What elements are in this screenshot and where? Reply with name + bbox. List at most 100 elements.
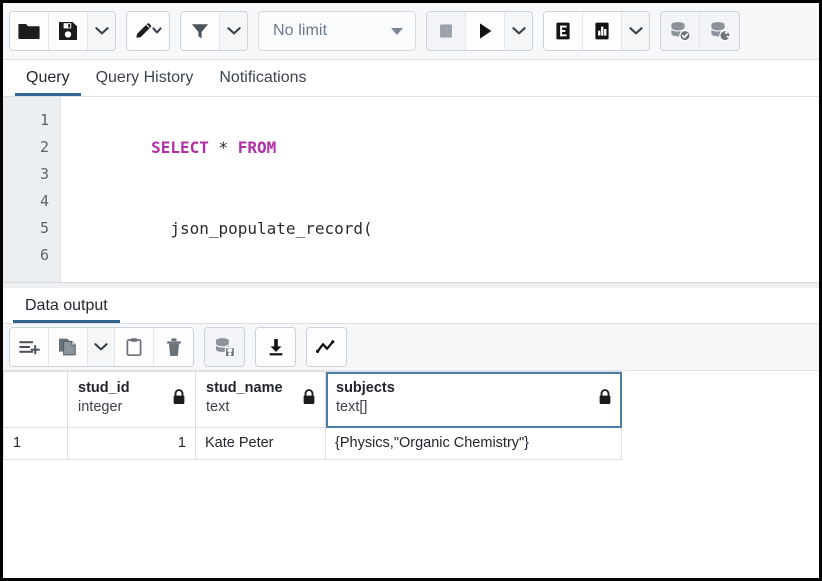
lock-icon-wrap <box>302 379 316 410</box>
execute-group <box>426 11 533 51</box>
stop-query-button[interactable] <box>427 12 466 50</box>
funnel-icon <box>190 21 210 41</box>
line-number: 3 <box>3 161 60 188</box>
result-grid: stud_id integer <box>3 371 622 460</box>
filter-button[interactable] <box>181 12 220 50</box>
line-number: 6 <box>3 242 60 269</box>
row-number-cell: 1 <box>4 428 68 460</box>
add-row-button[interactable] <box>10 328 49 366</box>
graph-group <box>306 327 347 367</box>
pencil-icon <box>133 20 163 42</box>
tab-query-history-label: Query History <box>96 69 194 87</box>
play-icon <box>476 21 494 41</box>
execute-options-dropdown[interactable] <box>505 12 532 50</box>
sql-keyword: SELECT <box>151 138 209 157</box>
output-tabs: Data output <box>3 288 819 324</box>
tab-data-output[interactable]: Data output <box>13 288 120 323</box>
copy-button[interactable] <box>49 328 88 366</box>
transaction-group <box>660 11 740 51</box>
explain-analyze-button[interactable] <box>583 12 622 50</box>
clipboard-icon <box>124 337 144 357</box>
graph-visualiser-button[interactable] <box>307 328 346 366</box>
line-chart-icon <box>315 337 339 357</box>
lock-icon <box>598 389 612 405</box>
result-grid-header: stud_id integer <box>4 372 622 428</box>
query-tool-toolbar: No limit <box>3 3 819 60</box>
row-limit-value: No limit <box>273 22 327 40</box>
stop-square-icon <box>437 22 455 40</box>
database-save-icon <box>213 336 237 358</box>
screenshot-frame: No limit <box>0 0 822 581</box>
commit-button[interactable] <box>661 12 700 50</box>
tab-query-history[interactable]: Query History <box>83 60 207 96</box>
database-rollback-icon <box>708 20 732 42</box>
table-row[interactable]: 1 1 Kate Peter {Physics,"Organic Chemist… <box>4 428 622 460</box>
save-data-changes-button[interactable] <box>205 328 244 366</box>
filter-options-dropdown[interactable] <box>220 12 247 50</box>
folder-icon <box>18 21 40 41</box>
save-data-group <box>204 327 245 367</box>
line-number: 1 <box>3 107 60 134</box>
tab-data-output-label: Data output <box>25 297 108 315</box>
pgadmin-query-tool: No limit <box>3 3 819 578</box>
column-name: subjects <box>336 379 395 398</box>
row-limit-select[interactable]: No limit <box>258 11 416 51</box>
delete-row-button[interactable] <box>154 328 193 366</box>
row-edit-group <box>9 327 194 367</box>
column-header-stud_name[interactable]: stud_name text <box>196 372 326 428</box>
save-icon <box>58 21 78 41</box>
sql-keyword: FROM <box>238 138 277 157</box>
chevron-down-icon <box>512 26 526 36</box>
add-row-icon <box>18 337 40 357</box>
cell-stud_id[interactable]: 1 <box>68 428 196 460</box>
rollback-button[interactable] <box>700 12 739 50</box>
column-type: text[] <box>336 398 395 417</box>
column-name: stud_id <box>78 379 130 398</box>
chevron-down-icon <box>227 26 241 36</box>
column-header-subjects[interactable]: subjects text[] <box>326 372 622 428</box>
lock-icon <box>302 389 316 405</box>
open-file-button[interactable] <box>10 12 49 50</box>
copy-icon <box>57 337 79 357</box>
execute-query-button[interactable] <box>466 12 505 50</box>
lock-icon-wrap <box>598 379 612 410</box>
column-type: integer <box>78 398 130 417</box>
explain-group <box>543 11 650 51</box>
edit-button[interactable] <box>127 12 169 50</box>
column-type: text <box>206 398 283 417</box>
save-options-dropdown[interactable] <box>88 12 115 50</box>
column-name: stud_name <box>206 379 283 398</box>
row-number-header <box>4 372 68 428</box>
code-line: SELECT * FROM <box>74 107 819 188</box>
save-file-button[interactable] <box>49 12 88 50</box>
line-number: 2 <box>3 134 60 161</box>
explain-e-icon <box>553 21 573 41</box>
cell-stud_name[interactable]: Kate Peter <box>196 428 326 460</box>
chevron-down-icon <box>95 26 109 36</box>
data-output-toolbar <box>3 324 819 371</box>
lock-icon <box>172 389 186 405</box>
chevron-down-icon <box>391 28 403 35</box>
database-commit-icon <box>668 20 692 42</box>
editor-code-area[interactable]: SELECT * FROM json_populate_record( null… <box>61 97 819 282</box>
trash-icon <box>165 337 183 357</box>
download-icon <box>266 337 286 357</box>
query-tool-tabs: Query Query History Notifications <box>3 60 819 97</box>
paste-button[interactable] <box>115 328 154 366</box>
lock-icon-wrap <box>172 379 186 410</box>
download-results-button[interactable] <box>256 328 295 366</box>
sql-space <box>209 138 219 157</box>
explain-button[interactable] <box>544 12 583 50</box>
tab-notifications[interactable]: Notifications <box>206 60 319 96</box>
sql-space <box>228 138 238 157</box>
tab-query[interactable]: Query <box>13 60 83 96</box>
explain-options-dropdown[interactable] <box>622 12 649 50</box>
column-header-stud_id[interactable]: stud_id integer <box>68 372 196 428</box>
bar-chart-icon <box>592 21 612 41</box>
cell-subjects[interactable]: {Physics,"Organic Chemistry"} <box>326 428 622 460</box>
line-number: 4 <box>3 188 60 215</box>
copy-options-dropdown[interactable] <box>88 328 115 366</box>
result-grid-wrapper[interactable]: stud_id integer <box>3 371 819 578</box>
sql-editor[interactable]: 1 2 3 4 5 6 SELECT * FROM json_populate_… <box>3 97 819 282</box>
code-line: null::registered_students , <box>74 269 819 282</box>
